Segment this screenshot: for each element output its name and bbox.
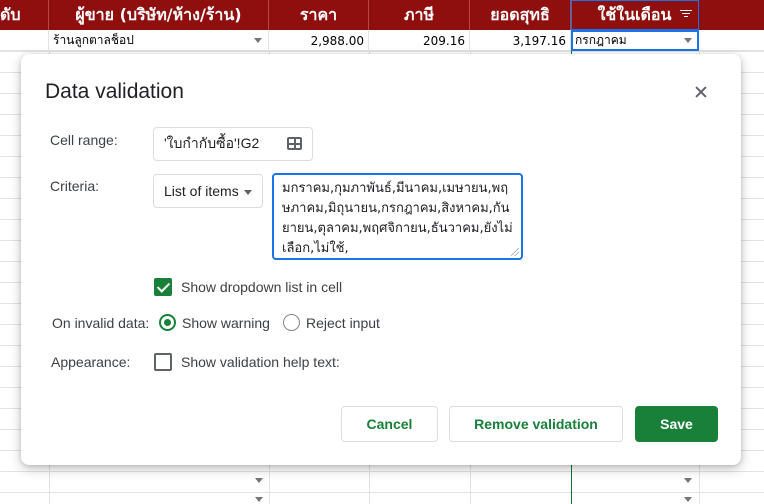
criteria-type-value: List of items <box>164 183 239 199</box>
cell-tax[interactable]: 209.16 <box>369 30 470 51</box>
show-dropdown-checkbox[interactable] <box>154 278 172 296</box>
help-text-checkbox[interactable] <box>154 353 172 371</box>
table-row: ร้านลูกตาลช็อป 2,988.00 209.16 3,197.16 … <box>0 30 764 51</box>
column-header-tax[interactable]: ภาษี <box>369 0 470 30</box>
column-header-price[interactable]: ราคา <box>269 0 369 30</box>
dialog-title: Data validation <box>45 80 184 103</box>
header-spacer <box>699 0 764 30</box>
cell-net[interactable]: 3,197.16 <box>470 30 571 51</box>
dropdown-arrow-icon[interactable] <box>255 478 263 483</box>
cell-vendor[interactable]: ร้านลูกตาลช็อป <box>49 30 269 51</box>
filter-icon[interactable] <box>680 8 692 18</box>
list-items-value: มกราคม,กุมภาพันธ์,มีนาคม,เมษายน,พฤษภาคม,… <box>282 181 513 256</box>
cell-month[interactable]: กรกฎาคม <box>571 30 699 51</box>
show-warning-radio[interactable] <box>159 314 176 331</box>
header-row: ดับ ผู้ขาย (บริษัท/ห้าง/ร้าน) ราคา ภาษี … <box>0 0 764 30</box>
resize-handle-icon[interactable] <box>511 248 519 256</box>
cancel-button[interactable]: Cancel <box>341 406 438 442</box>
save-button[interactable]: Save <box>635 406 718 442</box>
dropdown-arrow-icon[interactable] <box>684 38 692 43</box>
cell-range-label: Cell range: <box>50 132 118 148</box>
dropdown-arrow-icon[interactable] <box>684 478 692 483</box>
column-header-vendor[interactable]: ผู้ขาย (บริษัท/ห้าง/ร้าน) <box>49 0 269 30</box>
show-dropdown-label: Show dropdown list in cell <box>181 279 343 295</box>
reject-input-radio[interactable] <box>283 314 300 331</box>
cell-price[interactable]: 2,988.00 <box>269 30 369 51</box>
criteria-label: Criteria: <box>50 178 100 194</box>
close-icon[interactable] <box>691 82 711 102</box>
chevron-down-icon <box>244 190 252 195</box>
data-validation-dialog: Data validation Cell range: 'ใบกำกับซื้อ… <box>21 54 741 465</box>
dropdown-arrow-icon[interactable] <box>684 497 692 502</box>
help-text-label: Show validation help text: <box>181 354 340 370</box>
remove-validation-button[interactable]: Remove validation <box>449 406 623 442</box>
select-range-icon[interactable] <box>287 137 302 150</box>
cell-range-value: 'ใบกำกับซื้อ'!G2 <box>164 135 260 151</box>
cell-sequence[interactable] <box>0 30 49 51</box>
cell-range-input[interactable]: 'ใบกำกับซื้อ'!G2 <box>153 127 313 161</box>
table-row <box>0 465 764 504</box>
column-header-month[interactable]: ใช้ในเดือน <box>571 0 699 30</box>
reject-input-label: Reject input <box>306 315 380 331</box>
list-items-textarea[interactable]: มกราคม,กุมภาพันธ์,มีนาคม,เมษายน,พฤษภาคม,… <box>272 173 523 260</box>
invalid-data-label: On invalid data: <box>52 315 150 331</box>
dropdown-arrow-icon[interactable] <box>255 497 263 502</box>
criteria-type-select[interactable]: List of items <box>153 174 263 208</box>
column-header-net[interactable]: ยอดสุทธิ <box>470 0 571 30</box>
column-header-sequence[interactable]: ดับ <box>0 0 49 30</box>
show-warning-label: Show warning <box>182 315 270 331</box>
appearance-label: Appearance: <box>51 354 131 370</box>
dropdown-arrow-icon[interactable] <box>254 38 262 43</box>
